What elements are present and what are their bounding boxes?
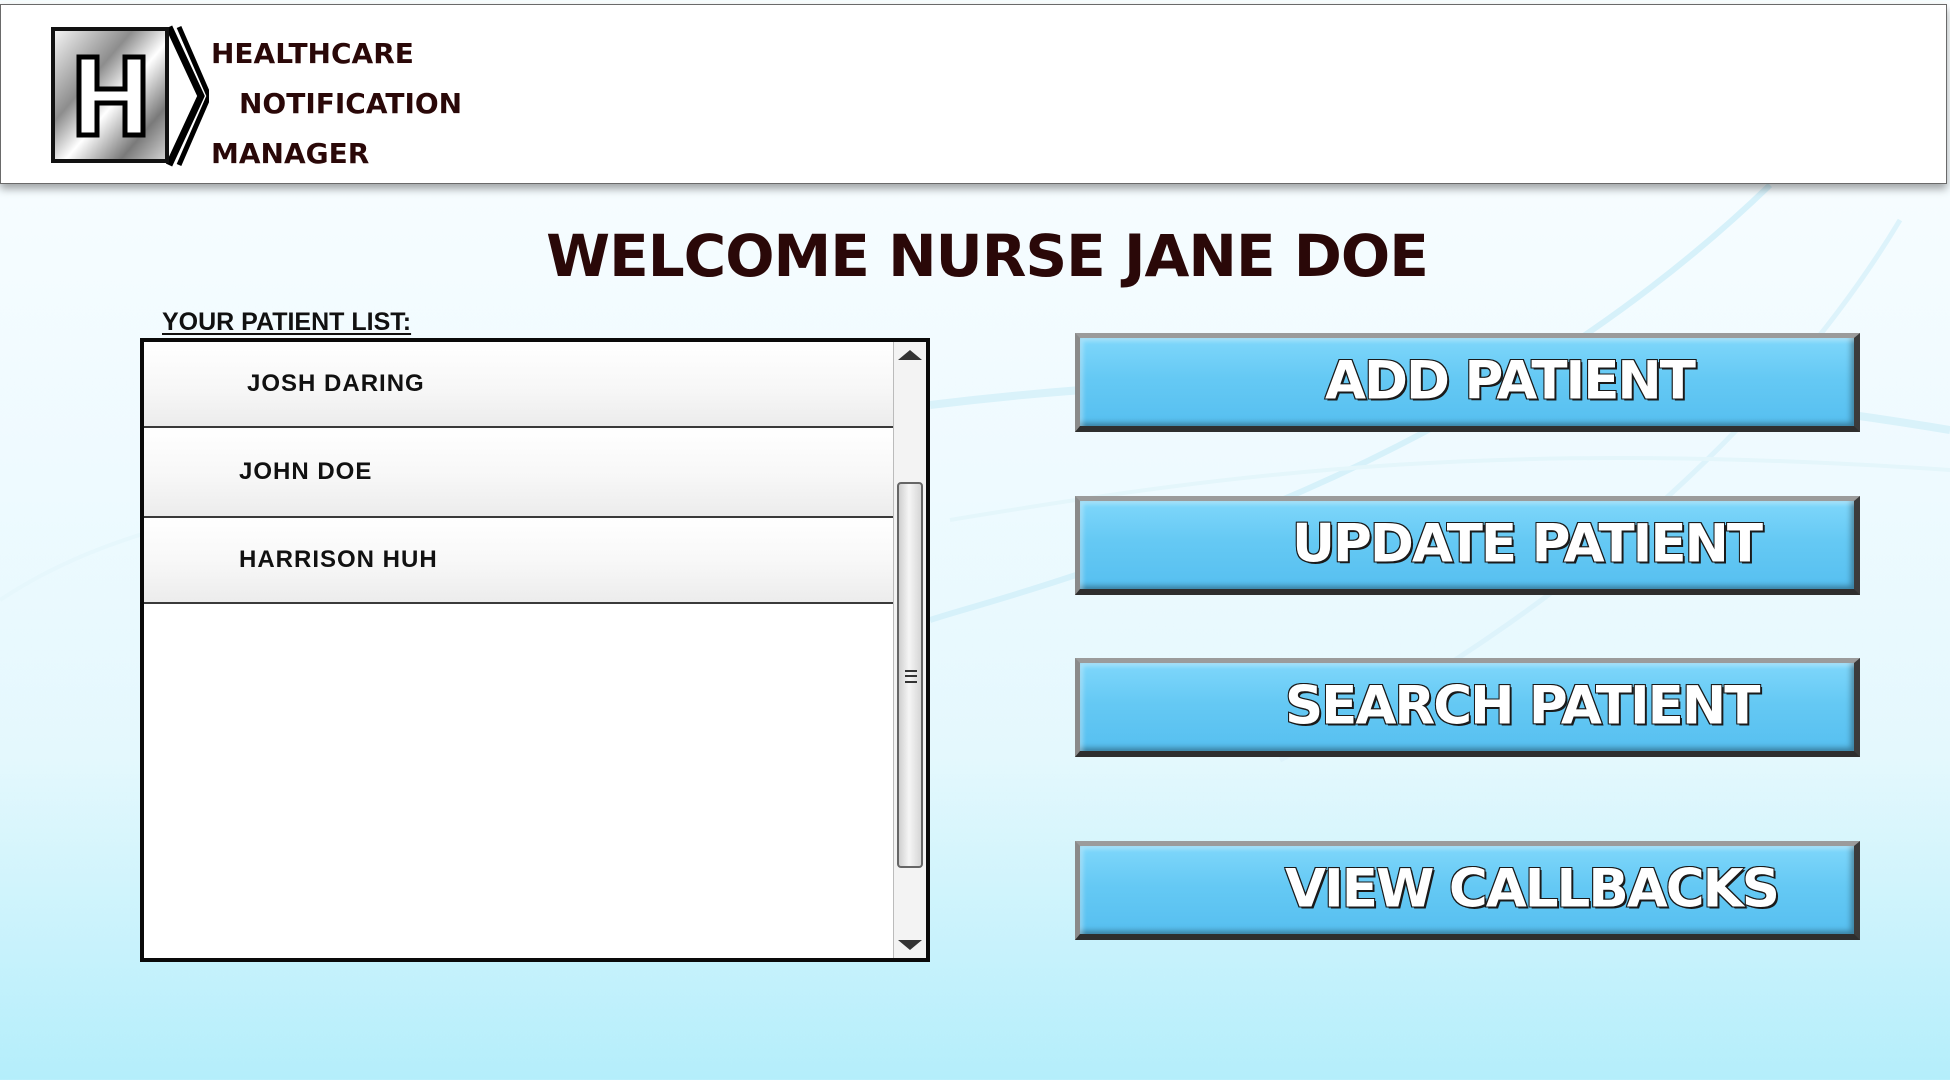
app-title-line-2: NOTIFICATION [239, 87, 463, 120]
patient-row-john-doe[interactable]: JOHN DOE [144, 428, 896, 518]
patient-list-label: YOUR PATIENT LIST: [162, 308, 412, 336]
patient-name: HARRISON HUH [239, 546, 438, 573]
update-patient-label: UPDATE PATIENT [1291, 512, 1764, 575]
scroll-up-button[interactable] [894, 344, 926, 366]
view-callbacks-label: VIEW CALLBACKS [1284, 857, 1781, 920]
search-patient-button[interactable]: SEARCH PATIENT [1075, 658, 1860, 757]
scroll-thumb[interactable] [897, 482, 923, 868]
triangle-up-icon [898, 350, 922, 360]
update-patient-button[interactable]: UPDATE PATIENT [1075, 496, 1860, 595]
app-title-line-1: HEALTHCARE [211, 37, 414, 70]
patient-row-josh-daring[interactable]: JOSH DARING [144, 342, 896, 428]
app-title-line-3: MANAGER [211, 137, 370, 170]
app-header: HEALTHCARE NOTIFICATION MANAGER [0, 4, 1947, 184]
grip-lines-icon [905, 670, 917, 683]
patient-rows: JOSH DARING JOHN DOE HARRISON HUH [144, 342, 896, 604]
hospital-h-logo-icon [51, 25, 209, 167]
add-patient-button[interactable]: ADD PATIENT [1075, 333, 1860, 432]
view-callbacks-button[interactable]: VIEW CALLBACKS [1075, 841, 1860, 940]
welcome-heading: WELCOME NURSE JANE DOE [546, 222, 1429, 290]
patient-name: JOSH DARING [247, 370, 425, 397]
triangle-down-icon [898, 940, 922, 950]
patient-name: JOHN DOE [239, 458, 373, 485]
app-title: HEALTHCARE NOTIFICATION MANAGER [211, 29, 462, 179]
patient-list[interactable]: JOSH DARING JOHN DOE HARRISON HUH [140, 338, 930, 962]
search-patient-label: SEARCH PATIENT [1284, 674, 1761, 737]
add-patient-label: ADD PATIENT [1324, 349, 1697, 412]
patient-list-scrollbar[interactable] [893, 342, 926, 958]
scroll-down-button[interactable] [894, 934, 926, 956]
patient-row-harrison-huh[interactable]: HARRISON HUH [144, 518, 896, 604]
